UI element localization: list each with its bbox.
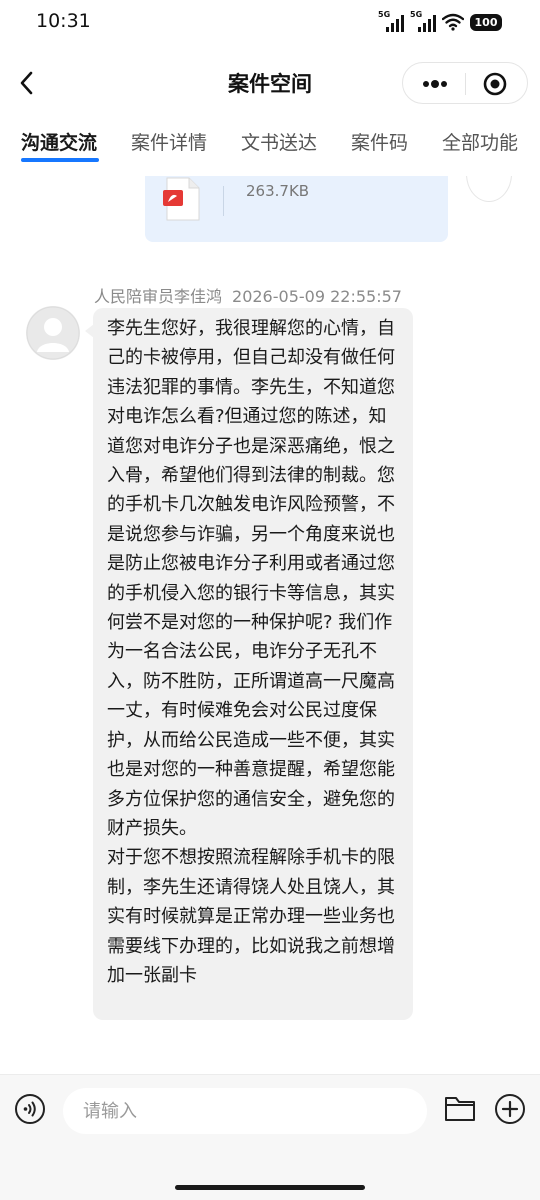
- message-meta: 人民陪审员李佳鸿 2026-05-09 22:55:57: [94, 283, 402, 307]
- tab-all-functions[interactable]: 全部功能: [442, 128, 518, 155]
- voice-button[interactable]: [14, 1093, 46, 1125]
- tab-case-code[interactable]: 案件码: [351, 128, 408, 155]
- chat-area[interactable]: 263.7KB 人民陪审员李佳鸿 2026-05-09 22:55:57 李先生您…: [0, 176, 540, 1074]
- plus-button[interactable]: [494, 1093, 526, 1125]
- avatar: [466, 176, 512, 202]
- avatar[interactable]: [26, 306, 80, 360]
- message-text: 李先生您好，我很理解您的心情，自己的卡被停用，但自己却没有做任何违法犯罪的事情。…: [107, 318, 395, 839]
- more-button[interactable]: [413, 67, 457, 101]
- status-bar: 10:31 5G 5G 100: [0, 0, 540, 46]
- signal-icon: 5G: [378, 10, 404, 32]
- title-bar: 案件空间: [0, 56, 540, 110]
- home-indicator: [175, 1185, 365, 1190]
- wifi-icon: [442, 13, 464, 31]
- battery-indicator: 100: [470, 13, 502, 31]
- file-message[interactable]: 263.7KB: [145, 176, 448, 242]
- plus-circle-icon: [495, 1094, 525, 1124]
- voice-icon: [15, 1094, 45, 1124]
- status-icons: 5G 5G 100: [378, 10, 502, 32]
- message-bubble[interactable]: 李先生您好，我很理解您的心情，自己的卡被停用，但自己却没有做任何违法犯罪的事情。…: [93, 308, 413, 1021]
- tab-communication[interactable]: 沟通交流: [21, 128, 97, 155]
- active-tab-indicator: [21, 158, 99, 162]
- tab-document-delivery[interactable]: 文书送达: [241, 128, 317, 155]
- message-input[interactable]: [63, 1088, 427, 1134]
- signal-icon: 5G: [410, 10, 436, 32]
- input-bar: [0, 1074, 540, 1200]
- pdf-icon: [163, 177, 200, 221]
- sender-name: 人民陪审员李佳鸿: [94, 287, 223, 306]
- user-avatar-icon: [26, 306, 80, 360]
- message-timestamp: 2026-05-09 22:55:57: [232, 287, 402, 306]
- status-time: 10:31: [36, 10, 91, 32]
- file-size: 263.7KB: [246, 182, 310, 200]
- folder-icon: [445, 1097, 475, 1121]
- miniapp-capsule: [402, 62, 528, 104]
- message-text: 对于您不想按照流程解除手机卡的限制，李先生还请得饶人处且饶人，其实有时候就算是正…: [107, 847, 395, 986]
- capsule-divider: [465, 73, 466, 95]
- tab-case-details[interactable]: 案件详情: [131, 128, 207, 155]
- file-divider: [223, 186, 224, 216]
- more-dots-icon: [423, 80, 447, 88]
- folder-button[interactable]: [444, 1093, 476, 1123]
- target-close-icon: [483, 72, 507, 96]
- screen: 10:31 5G 5G 100 案件空间 沟通交流 案件详情 文书送达 案件码 …: [0, 0, 540, 1200]
- close-miniapp-button[interactable]: [473, 67, 517, 101]
